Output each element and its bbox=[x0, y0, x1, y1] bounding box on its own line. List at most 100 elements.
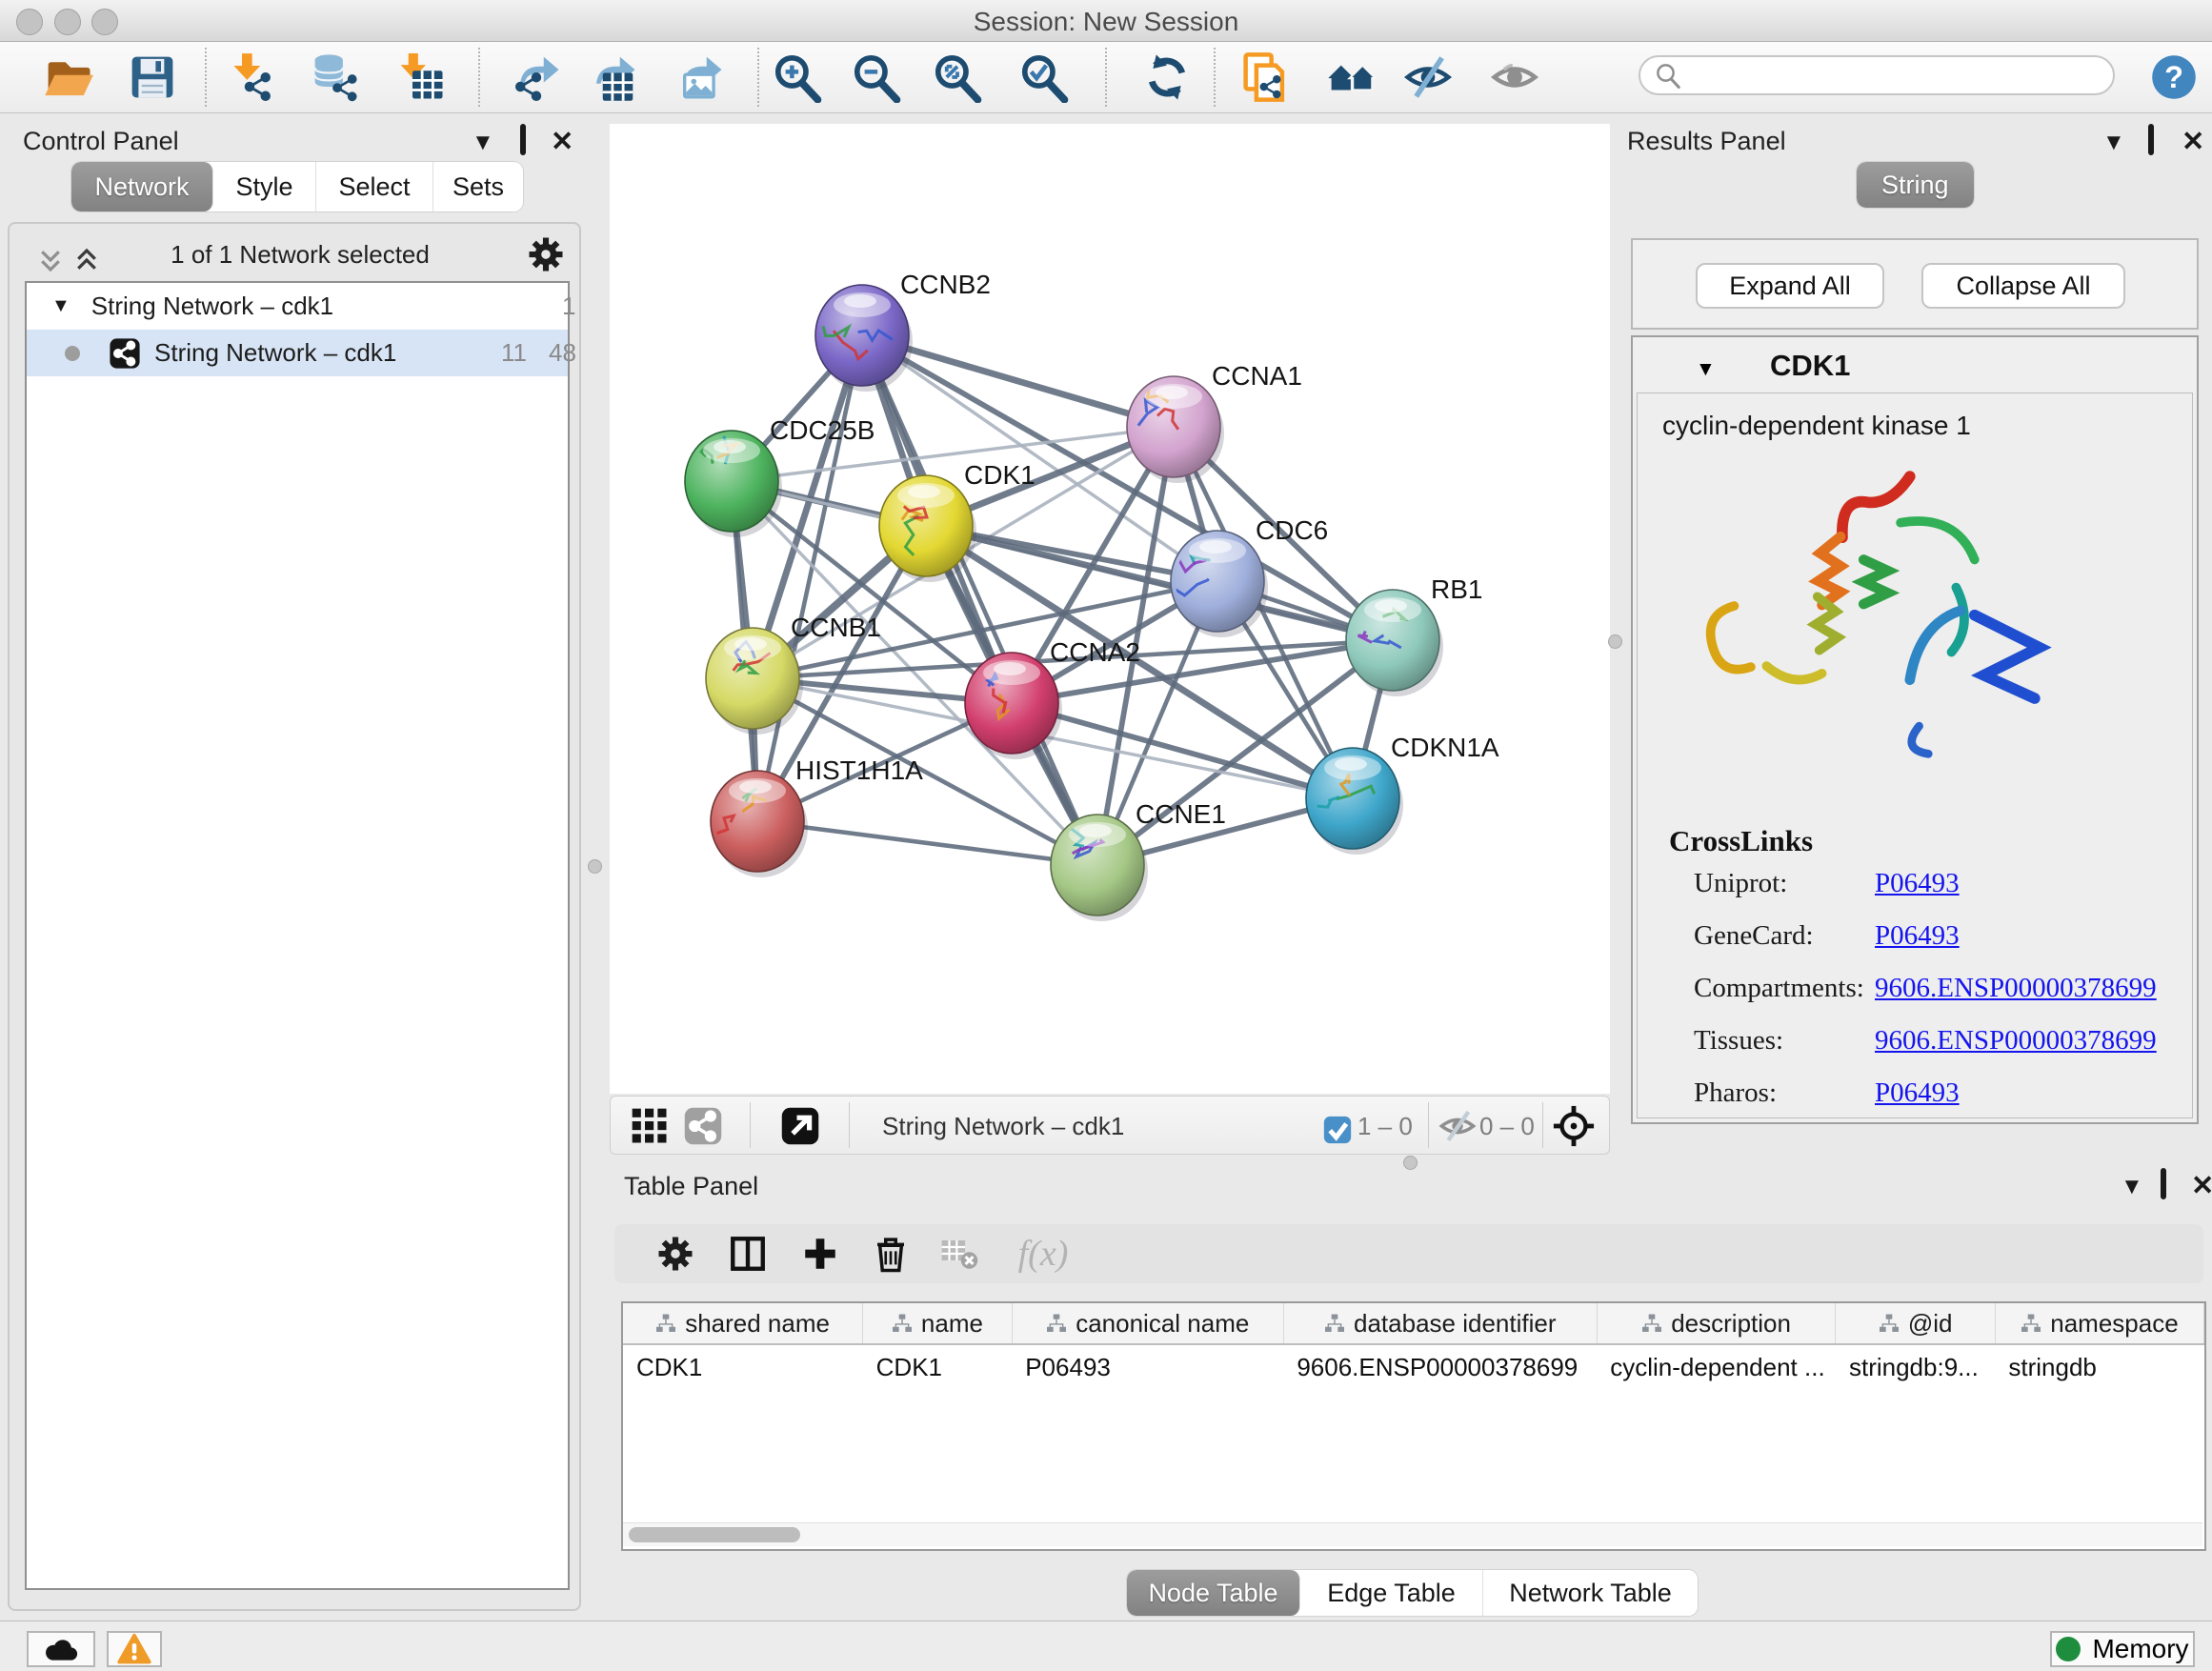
status-bar: Memory bbox=[0, 1621, 2212, 1671]
column-selector-icon[interactable] bbox=[725, 1231, 771, 1277]
column-header-namespace[interactable]: namespace bbox=[1995, 1303, 2203, 1344]
memory-button[interactable]: Memory bbox=[2050, 1631, 2195, 1667]
node-label-HIST1H1A: HIST1H1A bbox=[795, 755, 923, 785]
selected-checkbox-icon[interactable] bbox=[1316, 1108, 1359, 1152]
node-HIST1H1A[interactable]: HIST1H1A bbox=[711, 755, 923, 877]
table-cell[interactable]: cyclin-dependent ... bbox=[1597, 1344, 1836, 1389]
protein-description: cyclin-dependent kinase 1 bbox=[1662, 411, 1971, 441]
open-in-window-icon[interactable] bbox=[778, 1104, 822, 1148]
function-builder-fx: f(x) bbox=[1005, 1231, 1081, 1277]
string-copy-network-icon[interactable] bbox=[1240, 51, 1292, 103]
birds-eye-crosshair-icon[interactable] bbox=[1552, 1104, 1596, 1148]
table-panel-float-icon[interactable] bbox=[2161, 1173, 2166, 1196]
refresh-network-icon[interactable] bbox=[1141, 51, 1193, 103]
import-network-from-database-icon[interactable] bbox=[310, 51, 361, 103]
table-hscrollbar-thumb[interactable] bbox=[629, 1527, 800, 1542]
search-input-wrap[interactable] bbox=[1639, 55, 2115, 95]
column-header-shared-name[interactable]: shared name bbox=[623, 1303, 863, 1344]
tab-network[interactable]: Network bbox=[71, 162, 213, 211]
bottom-splitter-handle[interactable] bbox=[1403, 1156, 1418, 1170]
control-panel-collapse-icon[interactable]: ▼ bbox=[472, 131, 494, 154]
collapse-all-networks-icon[interactable] bbox=[72, 246, 101, 274]
zoom-out-icon[interactable] bbox=[851, 51, 902, 103]
search-input[interactable] bbox=[1682, 61, 2086, 91]
tab-select[interactable]: Select bbox=[316, 162, 433, 211]
collapse-all-button[interactable]: Collapse All bbox=[1921, 263, 2125, 309]
crosslink-link[interactable]: P06493 bbox=[1875, 1077, 1960, 1109]
import-network-from-file-icon[interactable] bbox=[226, 51, 277, 103]
table-settings-gear-icon[interactable] bbox=[653, 1231, 698, 1277]
tab-string[interactable]: String bbox=[1857, 162, 1974, 208]
column-type-icon bbox=[2021, 1314, 2041, 1333]
tab-edge-table[interactable]: Edge Table bbox=[1300, 1570, 1483, 1616]
crosslink-link[interactable]: P06493 bbox=[1875, 868, 1960, 899]
left-splitter-handle[interactable] bbox=[588, 859, 602, 874]
results-panel-float-icon[interactable] bbox=[2148, 129, 2154, 151]
right-splitter-handle[interactable] bbox=[1608, 634, 1622, 649]
control-panel-close-icon[interactable]: ✕ bbox=[551, 129, 573, 156]
open-session-icon[interactable] bbox=[43, 51, 94, 103]
tab-network-table[interactable]: Network Table bbox=[1483, 1570, 1698, 1616]
export-image-icon[interactable] bbox=[674, 51, 726, 103]
results-panel-collapse-icon[interactable]: ▼ bbox=[2102, 131, 2125, 154]
node-CCNB2[interactable]: CCNB2 bbox=[815, 270, 991, 392]
tab-style[interactable]: Style bbox=[213, 162, 316, 211]
table-panel-close-icon[interactable]: ✕ bbox=[2191, 1173, 2212, 1200]
save-session-icon[interactable] bbox=[127, 51, 178, 103]
table-row[interactable]: CDK1CDK1P064939606.ENSP00000378699cyclin… bbox=[623, 1344, 2204, 1389]
table-cell[interactable]: P06493 bbox=[1012, 1344, 1283, 1389]
node-label-RB1: RB1 bbox=[1431, 574, 1482, 604]
zoom-in-icon[interactable] bbox=[772, 51, 823, 103]
table-panel-collapse-icon[interactable]: ▼ bbox=[2121, 1176, 2143, 1198]
collection-expand-icon[interactable]: ▼ bbox=[51, 295, 70, 317]
export-network-icon[interactable] bbox=[512, 51, 563, 103]
delete-column-trash-icon[interactable] bbox=[868, 1231, 914, 1277]
crosslink-link[interactable]: 9606.ENSP00000378699 bbox=[1875, 1025, 2157, 1057]
cloud-status-button[interactable] bbox=[27, 1631, 95, 1667]
crosslink-row: GeneCard:P06493 bbox=[1694, 920, 2170, 952]
table-cell[interactable]: 9606.ENSP00000378699 bbox=[1283, 1344, 1597, 1389]
zoom-fit-icon[interactable] bbox=[932, 51, 983, 103]
expand-all-button[interactable]: Expand All bbox=[1696, 263, 1884, 309]
crosslink-label: Pharos: bbox=[1694, 1077, 1875, 1109]
collection-label: String Network – cdk1 bbox=[91, 292, 333, 321]
crosslink-link[interactable]: 9606.ENSP00000378699 bbox=[1875, 973, 2157, 1004]
table-cell[interactable]: stringdb:9... bbox=[1836, 1344, 1995, 1389]
network-canvas[interactable]: CCNB2CCNA1CDC25BCDK1CDC6RB1CCNB1CCNA2CDK… bbox=[610, 124, 1610, 1094]
export-table-icon[interactable] bbox=[588, 51, 639, 103]
add-column-icon[interactable] bbox=[797, 1231, 843, 1277]
column-header-database-identifier[interactable]: database identifier bbox=[1283, 1303, 1597, 1344]
node-CDK1[interactable]: CDK1 bbox=[879, 460, 1036, 582]
table-cell[interactable]: CDK1 bbox=[863, 1344, 1013, 1389]
network-collection-row[interactable]: ▼ String Network – cdk1 1 bbox=[27, 283, 568, 330]
grid-view-icon[interactable] bbox=[628, 1104, 672, 1148]
warning-status-button[interactable] bbox=[107, 1631, 162, 1667]
show-graphics-details-icon[interactable] bbox=[1489, 51, 1540, 103]
memory-label: Memory bbox=[2092, 1634, 2188, 1664]
hide-unhide-icon[interactable] bbox=[1402, 51, 1454, 103]
expand-all-networks-icon[interactable] bbox=[36, 246, 65, 274]
column-header-name[interactable]: name bbox=[863, 1303, 1013, 1344]
crosslink-link[interactable]: P06493 bbox=[1875, 920, 1960, 952]
help-button[interactable]: ? bbox=[2148, 51, 2200, 103]
import-table-from-file-icon[interactable] bbox=[395, 51, 447, 103]
tab-node-table[interactable]: Node Table bbox=[1127, 1570, 1300, 1616]
share-view-icon[interactable] bbox=[681, 1104, 725, 1148]
node-RB1[interactable]: RB1 bbox=[1346, 574, 1482, 696]
zoom-selected-icon[interactable] bbox=[1018, 51, 1070, 103]
tab-sets[interactable]: Sets bbox=[433, 162, 523, 211]
table-cell[interactable]: stringdb bbox=[1995, 1344, 2203, 1389]
column-header-description[interactable]: description bbox=[1597, 1303, 1836, 1344]
crosslink-row: Tissues:9606.ENSP00000378699 bbox=[1694, 1025, 2170, 1057]
network-row-selected[interactable]: String Network – cdk1 11 48 bbox=[27, 330, 568, 376]
node-CDKN1A[interactable]: CDKN1A bbox=[1306, 733, 1499, 855]
string-home-icon[interactable] bbox=[1326, 51, 1377, 103]
network-options-gear-icon[interactable] bbox=[526, 234, 566, 274]
column-header-canonical-name[interactable]: canonical name bbox=[1012, 1303, 1283, 1344]
results-panel-close-icon[interactable]: ✕ bbox=[2182, 129, 2204, 156]
protein-collapse-icon[interactable]: ▼ bbox=[1696, 358, 1716, 381]
table-hscrollbar[interactable] bbox=[623, 1522, 2202, 1546]
table-cell[interactable]: CDK1 bbox=[623, 1344, 863, 1389]
control-panel-float-icon[interactable] bbox=[520, 129, 526, 151]
column-header-@id[interactable]: @id bbox=[1836, 1303, 1995, 1344]
